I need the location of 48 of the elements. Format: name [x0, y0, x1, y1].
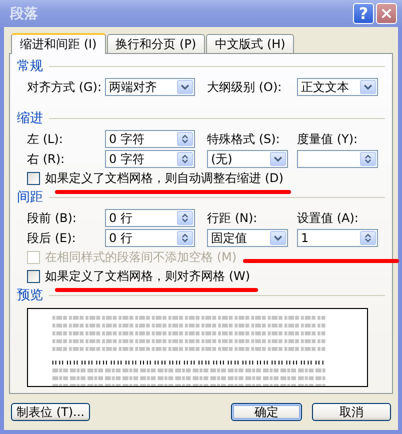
dropdown[interactable]: (无)	[207, 150, 288, 168]
chevron-down-icon[interactable]	[360, 80, 376, 94]
chevron-down-icon[interactable]	[270, 231, 286, 245]
section-heading: 缩进	[17, 110, 43, 127]
field-label: 度量值 (Y):	[297, 131, 359, 148]
spin-arrows-icon[interactable]	[177, 152, 193, 166]
spin-arrows-icon[interactable]	[360, 152, 376, 166]
field-label: 右 (R):	[27, 150, 66, 168]
dialog-button[interactable]: 确定	[231, 403, 302, 421]
checkbox[interactable]	[27, 270, 40, 283]
field-label: 大纲级别 (O):	[207, 78, 283, 96]
window-title: 段落	[10, 4, 39, 22]
field-label: 设置值 (A):	[297, 210, 360, 227]
field-label: 行距 (N):	[207, 210, 258, 227]
dialog-button[interactable]: 取消	[312, 403, 391, 421]
tab[interactable]: 缩进和间距 (I)	[11, 33, 106, 54]
section-heading: 间距	[17, 189, 43, 206]
chevron-down-icon[interactable]	[177, 80, 193, 94]
dialog-button[interactable]: 制表位 (T)...	[11, 403, 90, 421]
field-label: 段后 (E):	[27, 230, 77, 246]
checkbox[interactable]	[27, 172, 40, 185]
dropdown[interactable]: 两端对齐	[105, 78, 195, 96]
spin-field[interactable]: 0 字符	[105, 150, 195, 168]
spin-field[interactable]	[297, 150, 378, 168]
field-label: 段前 (B):	[27, 210, 78, 226]
field-label: 特殊格式 (S):	[207, 131, 281, 148]
spin-field[interactable]: 0 行	[105, 209, 195, 227]
spin-field[interactable]: 0 字符	[105, 130, 195, 148]
spin-arrows-icon[interactable]	[177, 231, 193, 245]
checkbox-label: 如果定义了文档网格，则自动调整右缩进 (D)	[45, 170, 284, 187]
spin-arrows-icon[interactable]	[360, 231, 376, 245]
tab[interactable]: 换行和分页 (P)	[106, 34, 206, 53]
spin-arrows-icon[interactable]	[177, 132, 193, 146]
field-label: 左 (L):	[27, 130, 64, 148]
checkbox-label: 在相同样式的段落间不添加空格 (M)	[45, 249, 237, 266]
chevron-down-icon[interactable]	[270, 152, 286, 166]
close-icon[interactable]	[376, 3, 397, 24]
tab[interactable]: 中文版式 (H)	[206, 34, 294, 53]
section-heading: 预览	[17, 287, 43, 304]
dropdown[interactable]: 正文文本	[297, 78, 378, 96]
spin-arrows-icon[interactable]	[177, 211, 193, 225]
spin-field[interactable]: 1	[297, 229, 378, 247]
checkbox-label: 如果定义了文档网格，则对齐网格 (W)	[45, 268, 250, 285]
spin-field[interactable]: 0 行	[105, 229, 195, 247]
section-heading: 常规	[17, 58, 43, 75]
dropdown[interactable]: 固定值	[207, 229, 288, 247]
help-button[interactable]: ?	[353, 3, 374, 24]
field-label: 对齐方式 (G):	[27, 78, 103, 96]
